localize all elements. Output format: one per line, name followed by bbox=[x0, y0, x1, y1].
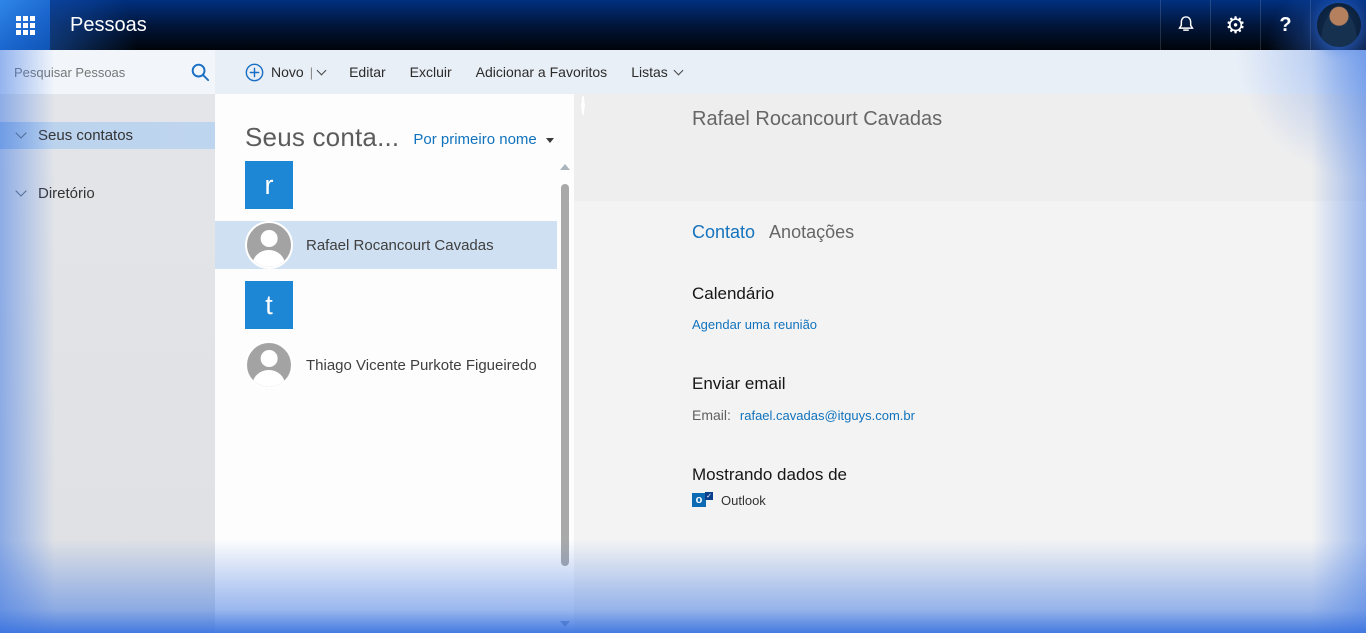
notifications-button[interactable] bbox=[1160, 0, 1210, 50]
tab-contact[interactable]: Contato bbox=[692, 222, 755, 243]
topbar-actions: ⚙ ? bbox=[1160, 0, 1366, 50]
add-to-favorites-button[interactable]: Adicionar a Favoritos bbox=[476, 64, 608, 80]
data-source-provider: Outlook bbox=[721, 493, 766, 508]
calendar-section-heading: Calendário bbox=[692, 284, 1366, 304]
chevron-down-icon bbox=[15, 127, 26, 138]
new-button[interactable]: Novo | bbox=[245, 63, 325, 82]
account-menu-button[interactable] bbox=[1310, 0, 1366, 50]
contact-name: Rafael Rocancourt Cavadas bbox=[306, 237, 494, 254]
top-bar: Pessoas ⚙ ? bbox=[0, 0, 1366, 50]
contact-detail-header: Rafael Rocancourt Cavadas bbox=[574, 94, 1366, 201]
help-button[interactable]: ? bbox=[1260, 0, 1310, 50]
settings-button[interactable]: ⚙ bbox=[1210, 0, 1260, 50]
edit-button[interactable]: Editar bbox=[349, 64, 386, 80]
search-input[interactable] bbox=[14, 65, 190, 80]
delete-button[interactable]: Excluir bbox=[410, 64, 452, 80]
triangle-down-icon bbox=[546, 138, 554, 143]
question-mark-icon: ? bbox=[1279, 14, 1291, 37]
contact-detail-panel: Rafael Rocancourt Cavadas Contato Anotaç… bbox=[574, 94, 1366, 633]
schedule-meeting-link[interactable]: Agendar uma reunião bbox=[692, 317, 817, 332]
search-box bbox=[0, 50, 215, 94]
contact-list-title: Seus conta... bbox=[245, 122, 399, 153]
scrollbar-up-arrow[interactable] bbox=[560, 164, 570, 170]
folders-sidebar: Seus contatos Diretório bbox=[0, 94, 215, 633]
person-avatar-placeholder bbox=[245, 341, 293, 389]
email-row: Email: rafael.cavadas@itguys.com.br bbox=[692, 407, 1366, 423]
detail-tabs: Contato Anotações bbox=[692, 222, 1366, 243]
sidebar-item-directory[interactable]: Diretório bbox=[0, 180, 215, 207]
email-section-heading: Enviar email bbox=[692, 374, 1366, 394]
sort-order-dropdown[interactable]: Por primeiro nome bbox=[413, 131, 553, 153]
chevron-down-icon bbox=[15, 185, 26, 196]
tab-notes[interactable]: Anotações bbox=[769, 222, 854, 243]
sidebar-item-label: Seus contatos bbox=[38, 127, 133, 144]
contact-detail-name: Rafael Rocancourt Cavadas bbox=[692, 108, 942, 131]
gear-icon: ⚙ bbox=[1225, 14, 1246, 37]
person-avatar-placeholder bbox=[245, 221, 293, 269]
sidebar-item-your-contacts[interactable]: Seus contatos bbox=[0, 122, 215, 149]
lists-menu-button[interactable]: Listas bbox=[631, 64, 682, 80]
divider: | bbox=[310, 65, 313, 80]
contact-row-rafael[interactable]: Rafael Rocancourt Cavadas bbox=[215, 221, 557, 269]
outlook-icon: o ✓ bbox=[692, 492, 713, 508]
new-button-label: Novo bbox=[271, 64, 304, 80]
contact-list-panel: Seus conta... Por primeiro nome r Rafael… bbox=[215, 94, 574, 633]
contact-list-header: Seus conta... Por primeiro nome bbox=[215, 94, 574, 161]
search-icon[interactable] bbox=[190, 62, 211, 83]
circle-plus-icon bbox=[245, 63, 264, 82]
email-label: Email: bbox=[692, 407, 731, 423]
sort-order-label: Por primeiro nome bbox=[413, 131, 536, 148]
data-source-heading: Mostrando dados de bbox=[692, 465, 1366, 485]
person-avatar-placeholder bbox=[581, 95, 585, 116]
letter-group-tile[interactable]: r bbox=[245, 161, 293, 209]
contact-photo bbox=[581, 97, 585, 115]
contact-detail-body: Contato Anotações Calendário Agendar uma… bbox=[574, 222, 1366, 508]
scrollbar-thumb[interactable] bbox=[561, 184, 569, 566]
contact-name: Thiago Vicente Purkote Figueiredo bbox=[306, 357, 537, 374]
contact-row-thiago[interactable]: Thiago Vicente Purkote Figueiredo bbox=[215, 341, 557, 389]
list-scrollbar[interactable] bbox=[559, 161, 571, 633]
scrollbar-down-arrow[interactable] bbox=[560, 621, 570, 627]
data-source-row: o ✓ Outlook bbox=[692, 492, 1366, 508]
user-avatar-photo bbox=[1317, 3, 1361, 47]
app-launcher-button[interactable] bbox=[0, 0, 50, 50]
email-address-link[interactable]: rafael.cavadas@itguys.com.br bbox=[740, 408, 915, 423]
bell-icon bbox=[1175, 14, 1197, 36]
app-title: Pessoas bbox=[70, 0, 147, 50]
command-toolbar: Novo | Editar Excluir Adicionar a Favori… bbox=[215, 50, 1366, 94]
waffle-icon bbox=[16, 16, 35, 35]
lists-menu-label: Listas bbox=[631, 64, 668, 80]
sidebar-item-label: Diretório bbox=[38, 185, 95, 202]
letter-group-tile[interactable]: t bbox=[245, 281, 293, 329]
chevron-down-icon bbox=[673, 65, 683, 75]
chevron-down-icon[interactable] bbox=[317, 65, 327, 75]
